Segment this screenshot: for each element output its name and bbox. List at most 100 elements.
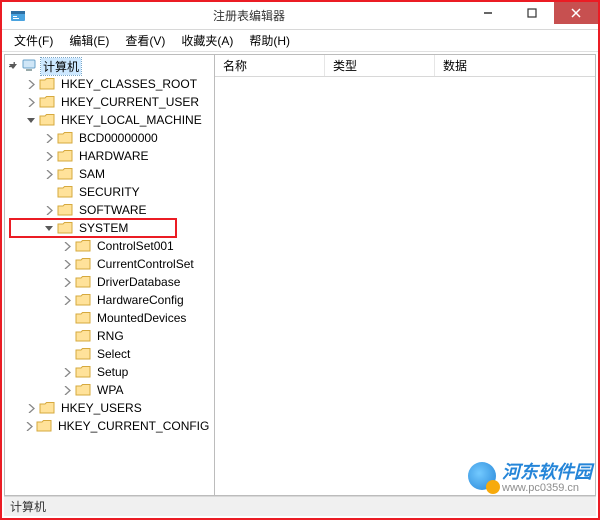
tree-select[interactable]: Select: [61, 345, 214, 363]
folder-icon: [39, 401, 55, 415]
tree-security[interactable]: SECURITY: [43, 183, 214, 201]
status-path: 计算机: [10, 498, 46, 515]
tree-label: HKEY_CURRENT_USER: [59, 95, 201, 109]
folder-icon: [75, 311, 91, 325]
folder-icon: [57, 167, 73, 181]
client-area: 计算机 HKEY_CLASSES_ROOT HKEY_CURRENT_USER: [4, 54, 596, 496]
tree-label: DriverDatabase: [95, 275, 182, 289]
tree-hardware[interactable]: HARDWARE: [43, 147, 214, 165]
column-data[interactable]: 数据: [435, 55, 595, 76]
tree-currentcontrolset[interactable]: CurrentControlSet: [61, 255, 214, 273]
tree-software[interactable]: SOFTWARE: [43, 201, 214, 219]
tree-label: HKEY_LOCAL_MACHINE: [59, 113, 204, 127]
list-header: 名称 类型 数据: [215, 55, 595, 77]
column-type[interactable]: 类型: [325, 55, 435, 76]
tree-root-computer[interactable]: 计算机: [7, 57, 214, 75]
tree-label: SOFTWARE: [77, 203, 149, 217]
column-name[interactable]: 名称: [215, 55, 325, 76]
folder-icon: [36, 419, 52, 433]
tree-label: HKEY_CURRENT_CONFIG: [56, 419, 211, 433]
expand-icon[interactable]: [43, 168, 55, 180]
window-title: 注册表编辑器: [32, 7, 466, 24]
menu-edit[interactable]: 编辑(E): [61, 30, 117, 51]
folder-icon: [57, 221, 73, 235]
expand-icon[interactable]: [43, 204, 55, 216]
tree-mounteddevices[interactable]: MountedDevices: [61, 309, 214, 327]
tree-label: RNG: [95, 329, 126, 343]
folder-icon: [75, 347, 91, 361]
collapse-icon[interactable]: [7, 60, 19, 72]
menu-favorites[interactable]: 收藏夹(A): [173, 30, 241, 51]
expand-icon[interactable]: [25, 402, 37, 414]
tree-hkcu[interactable]: HKEY_CURRENT_USER: [25, 93, 214, 111]
menu-view[interactable]: 查看(V): [117, 30, 173, 51]
collapse-icon[interactable]: [43, 222, 55, 234]
app-window: 注册表编辑器 文件(F) 编辑(E) 查看(V) 收藏夹(A) 帮助(H): [0, 0, 600, 520]
tree-label: WPA: [95, 383, 125, 397]
tree-label: SYSTEM: [77, 221, 130, 235]
menu-bar: 文件(F) 编辑(E) 查看(V) 收藏夹(A) 帮助(H): [2, 30, 598, 52]
folder-icon: [75, 383, 91, 397]
tree-system[interactable]: SYSTEM: [43, 219, 214, 237]
status-bar: 计算机: [4, 496, 596, 516]
tree-label: HARDWARE: [77, 149, 151, 163]
expand-icon[interactable]: [61, 276, 73, 288]
expand-icon[interactable]: [43, 132, 55, 144]
tree-bcd[interactable]: BCD00000000: [43, 129, 214, 147]
minimize-button[interactable]: [466, 2, 510, 24]
tree-label: SAM: [77, 167, 107, 181]
expand-icon[interactable]: [61, 240, 73, 252]
folder-icon: [39, 113, 55, 127]
menu-help[interactable]: 帮助(H): [241, 30, 298, 51]
tree-hkcr[interactable]: HKEY_CLASSES_ROOT: [25, 75, 214, 93]
tree-pane[interactable]: 计算机 HKEY_CLASSES_ROOT HKEY_CURRENT_USER: [5, 55, 215, 495]
tree-label: CurrentControlSet: [95, 257, 196, 271]
tree-label: SECURITY: [77, 185, 142, 199]
folder-icon: [39, 77, 55, 91]
tree-hku[interactable]: HKEY_USERS: [25, 399, 214, 417]
window-controls: [466, 2, 598, 29]
tree-label: HKEY_CLASSES_ROOT: [59, 77, 199, 91]
tree-driverdatabase[interactable]: DriverDatabase: [61, 273, 214, 291]
tree-label: Select: [95, 347, 132, 361]
folder-icon: [75, 257, 91, 271]
tree-label: ControlSet001: [95, 239, 176, 253]
tree-setup[interactable]: Setup: [61, 363, 214, 381]
expand-icon[interactable]: [61, 384, 73, 396]
folder-icon: [75, 239, 91, 253]
expand-icon[interactable]: [43, 150, 55, 162]
folder-icon: [57, 185, 73, 199]
tree-wpa[interactable]: WPA: [61, 381, 214, 399]
tree-rng[interactable]: RNG: [61, 327, 214, 345]
close-button[interactable]: [554, 2, 598, 24]
folder-icon: [75, 329, 91, 343]
tree-sam[interactable]: SAM: [43, 165, 214, 183]
expand-icon[interactable]: [25, 96, 37, 108]
tree-label: 计算机: [41, 58, 81, 75]
folder-icon: [75, 275, 91, 289]
tree-hkcc[interactable]: HKEY_CURRENT_CONFIG: [25, 417, 214, 435]
expand-icon[interactable]: [25, 420, 34, 432]
folder-icon: [39, 95, 55, 109]
folder-icon: [57, 131, 73, 145]
expand-icon[interactable]: [25, 78, 37, 90]
expand-icon[interactable]: [61, 258, 73, 270]
tree-label: MountedDevices: [95, 311, 188, 325]
menu-file[interactable]: 文件(F): [6, 30, 61, 51]
expand-icon[interactable]: [61, 366, 73, 378]
value-list-pane[interactable]: 名称 类型 数据: [215, 55, 595, 495]
collapse-icon[interactable]: [25, 114, 37, 126]
folder-icon: [75, 293, 91, 307]
regedit-icon: [10, 8, 26, 24]
tree-hardwareconfig[interactable]: HardwareConfig: [61, 291, 214, 309]
tree-label: HKEY_USERS: [59, 401, 144, 415]
folder-icon: [57, 203, 73, 217]
tree-hklm[interactable]: HKEY_LOCAL_MACHINE: [25, 111, 214, 129]
folder-icon: [75, 365, 91, 379]
expand-icon[interactable]: [61, 294, 73, 306]
tree-controlset001[interactable]: ControlSet001: [61, 237, 214, 255]
maximize-button[interactable]: [510, 2, 554, 24]
tree-label: HardwareConfig: [95, 293, 186, 307]
tree-label: Setup: [95, 365, 130, 379]
computer-icon: [21, 59, 37, 73]
